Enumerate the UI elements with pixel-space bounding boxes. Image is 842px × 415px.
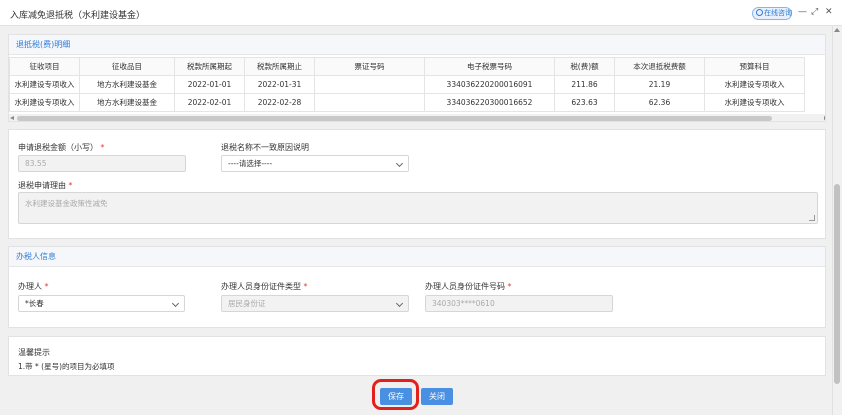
column-header: 征收项目 <box>9 57 80 76</box>
chevron-down-icon <box>171 299 180 308</box>
table-header-row: 征收项目 征收品目 税款所属期起 税款所属期止 票证号码 电子税票号码 税(费)额 本次退抵税… <box>9 57 805 76</box>
table-cell: 211.86 <box>554 75 615 94</box>
id-type-label: 办理人员身份证件类型 * <box>221 282 308 291</box>
id-type-select[interactable]: 居民身份证 <box>221 295 409 312</box>
scroll-right-icon[interactable] <box>824 116 825 120</box>
tips-title: 温馨提示 <box>18 348 50 357</box>
table-cell: 水利建设专项收入 <box>704 75 805 94</box>
application-panel: 申请退税金额（小写） * 83.55 退税名称不一致原因说明 ----请选择--… <box>8 129 826 239</box>
table-cell <box>314 93 425 112</box>
amount-label: 申请退税金额（小写） * <box>18 143 105 152</box>
table-cell: 62.36 <box>614 93 705 112</box>
window-title: 入库减免退抵税（水利建设基金） <box>10 11 146 21</box>
column-header: 预算科目 <box>704 57 805 76</box>
vertical-scroll-thumb[interactable] <box>834 184 840 384</box>
tips-panel: 温馨提示 1.带 * (星号)的项目为必填项 <box>8 336 826 376</box>
table-cell: 2022-02-01 <box>174 93 245 112</box>
column-header: 电子税票号码 <box>424 57 555 76</box>
table-row[interactable]: 水利建设专项收入 地方水利建设基金 2022-02-01 2022-02-28 3340… <box>9 93 805 112</box>
table-cell <box>314 75 425 94</box>
table-cell: 水利建设专项收入 <box>9 75 80 94</box>
horizontal-scroll-thumb[interactable] <box>17 116 772 121</box>
amount-input[interactable]: 83.55 <box>18 155 186 172</box>
name-reason-value: ----请选择---- <box>228 159 273 168</box>
id-number-input[interactable]: 340303****0610 <box>425 295 613 312</box>
reason-textarea[interactable]: 水利建设基金政策性减免 <box>18 192 818 224</box>
id-type-value: 居民身份证 <box>228 299 266 308</box>
chevron-down-icon <box>395 299 404 308</box>
handler-name-value: *长春 <box>25 299 44 308</box>
table-cell: 334036220300016652 <box>424 93 555 112</box>
column-header: 税款所属期起 <box>174 57 245 76</box>
chevron-down-icon <box>395 159 404 168</box>
table-cell: 水利建设专项收入 <box>704 93 805 112</box>
required-mark: * <box>68 181 73 190</box>
tips-line: 1.带 * (星号)的项目为必填项 <box>18 362 115 371</box>
name-reason-label: 退税名称不一致原因说明 <box>221 143 309 152</box>
table-cell: 水利建设专项收入 <box>9 93 80 112</box>
table-cell: 地方水利建设基金 <box>79 93 175 112</box>
table-cell: 2022-01-01 <box>174 75 245 94</box>
table-cell: 地方水利建设基金 <box>79 75 175 94</box>
detail-panel: 退抵税(费)明细 征收项目 征收品目 税款所属期起 税款所属期止 票证号码 电子税票号码税… <box>8 34 826 122</box>
column-header: 税款所属期止 <box>244 57 315 76</box>
name-reason-select[interactable]: ----请选择---- <box>221 155 409 172</box>
scroll-left-icon[interactable] <box>10 116 14 120</box>
handler-name-label: 办理人 * <box>18 282 49 291</box>
online-consult-label: 在线咨询 <box>764 9 792 17</box>
column-header: 票证号码 <box>314 57 425 76</box>
column-header: 本次退抵税费额 <box>614 57 705 76</box>
online-consult-button[interactable]: 在线咨询 <box>752 7 792 20</box>
id-number-label: 办理人员身份证件号码 * <box>425 282 512 291</box>
table-cell: 2022-01-31 <box>244 75 315 94</box>
table-cell: 623.63 <box>554 93 615 112</box>
scroll-up-icon[interactable] <box>834 28 840 32</box>
table-cell: 2022-02-28 <box>244 93 315 112</box>
maximize-icon[interactable]: ⤢ <box>811 7 818 17</box>
required-mark: * <box>507 282 512 291</box>
column-header: 税(费)额 <box>554 57 615 76</box>
detail-heading: 退抵税(费)明细 <box>9 35 825 55</box>
close-button[interactable]: 关闭 <box>421 388 453 405</box>
reason-value: 水利建设基金政策性减免 <box>25 199 108 208</box>
column-header: 征收品目 <box>79 57 175 76</box>
required-mark: * <box>303 282 308 291</box>
handler-heading: 办税人信息 <box>9 247 825 267</box>
chat-icon <box>756 9 763 16</box>
window-titlebar: 入库减免退抵税（水利建设基金） 在线咨询 — ⤢ ✕ <box>0 0 842 26</box>
horizontal-scrollbar[interactable] <box>9 114 825 121</box>
minimize-icon[interactable]: — <box>798 7 807 17</box>
handler-name-select[interactable]: *长春 <box>18 295 185 312</box>
handler-panel: 办税人信息 办理人 * *长春 办理人员身份证件类型 * 居民身份证 办理人员身… <box>8 246 826 328</box>
close-icon[interactable]: ✕ <box>825 7 833 17</box>
required-mark: * <box>44 282 49 291</box>
detail-table: 征收项目 征收品目 税款所属期起 税款所属期止 票证号码 电子税票号码 税(费)额 本次退抵税… <box>9 57 805 112</box>
required-mark: * <box>100 143 105 152</box>
save-highlight-annotation <box>372 379 419 410</box>
table-row[interactable]: 水利建设专项收入 地方水利建设基金 2022-01-01 2022-01-31 3340… <box>9 75 805 94</box>
resize-handle-icon[interactable] <box>809 215 815 221</box>
table-cell: 21.19 <box>614 75 705 94</box>
table-cell: 334036220200016091 <box>424 75 555 94</box>
reason-label: 退税申请理由 * <box>18 181 73 190</box>
